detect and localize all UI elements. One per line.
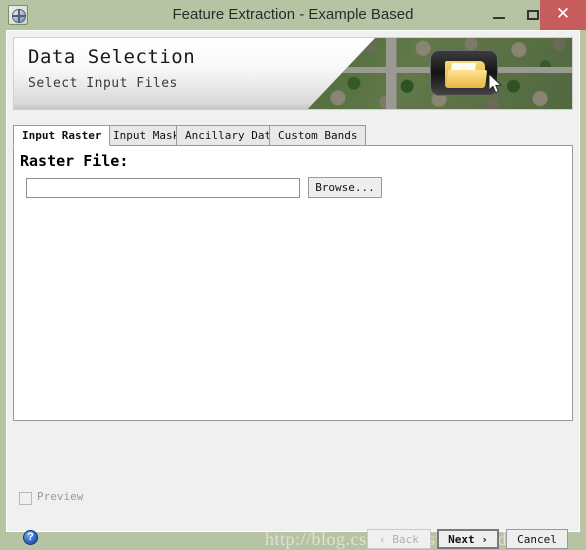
preview-label: Preview xyxy=(37,490,84,503)
application-window: Feature Extraction - Example Based ✕ Dat… xyxy=(0,0,586,549)
preview-checkbox[interactable] xyxy=(19,492,32,505)
banner-title: Data Selection xyxy=(28,46,196,68)
raster-file-label: Raster File: xyxy=(20,152,129,170)
mouse-pointer-icon xyxy=(489,74,503,94)
browse-button[interactable]: Browse... xyxy=(308,177,382,198)
close-button[interactable]: ✕ xyxy=(540,0,586,30)
next-button[interactable]: Next › xyxy=(437,529,499,549)
tab-strip: Input Raster Input Mask Ancillary Data C… xyxy=(13,125,573,146)
wizard-banner: Data Selection Select Input Files xyxy=(13,37,573,110)
tab-custom-bands[interactable]: Custom Bands xyxy=(269,125,367,146)
maximize-icon xyxy=(527,10,539,20)
folder-front xyxy=(446,70,488,88)
banner-subtitle: Select Input Files xyxy=(28,76,178,91)
input-raster-panel: Raster File: Browse... xyxy=(13,145,573,421)
tab-input-raster[interactable]: Input Raster xyxy=(13,125,111,146)
title-bar: Feature Extraction - Example Based ✕ xyxy=(0,0,586,30)
back-button[interactable]: ‹ Back xyxy=(367,529,431,549)
dialog-client-area: Data Selection Select Input Files Input xyxy=(6,30,580,549)
close-icon: ✕ xyxy=(555,4,571,23)
cancel-button[interactable]: Cancel xyxy=(506,529,568,549)
open-folder-icon xyxy=(430,50,498,96)
minimize-icon xyxy=(493,17,505,19)
folder-glyph xyxy=(445,61,488,88)
raster-file-input[interactable] xyxy=(26,178,300,198)
minimize-button[interactable] xyxy=(482,0,516,30)
aerial-photo-image xyxy=(306,38,572,109)
